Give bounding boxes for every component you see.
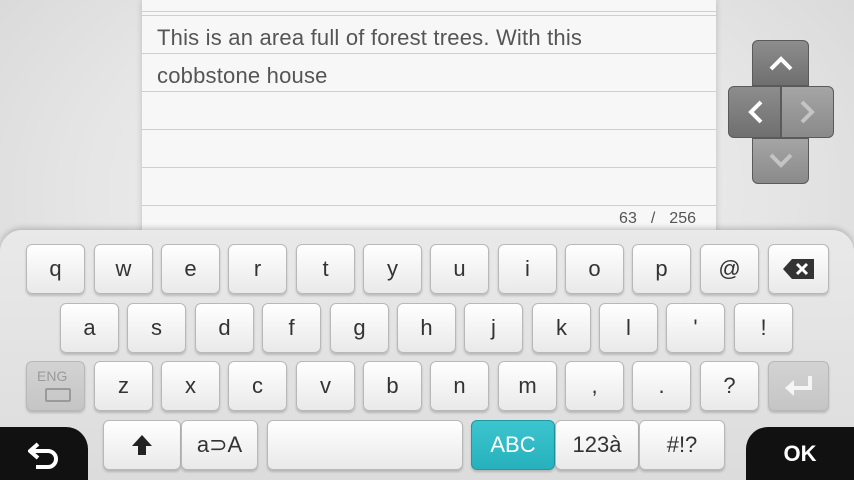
key-question[interactable]: ? — [700, 361, 759, 411]
char-max: 256 — [669, 210, 696, 227]
key-n[interactable]: n — [430, 361, 489, 411]
language-label: ENG — [37, 368, 68, 384]
chevron-down-icon — [769, 153, 792, 168]
cursor-left-button[interactable] — [728, 86, 781, 138]
enter-icon — [784, 376, 812, 396]
cursor-down-button[interactable] — [752, 138, 809, 184]
key-t[interactable]: t — [296, 244, 355, 294]
key-z[interactable]: z — [94, 361, 153, 411]
key-g[interactable]: g — [330, 303, 389, 353]
key-s[interactable]: s — [127, 303, 186, 353]
key-p[interactable]: p — [632, 244, 691, 294]
shift-button[interactable] — [103, 420, 181, 470]
back-arrow-icon — [28, 441, 58, 469]
key-at[interactable]: @ — [700, 244, 759, 294]
key-a[interactable]: a — [60, 303, 119, 353]
space-bar[interactable] — [267, 420, 463, 470]
backspace-icon — [782, 259, 814, 279]
mode-abc-button[interactable]: ABC — [471, 420, 555, 470]
key-h[interactable]: h — [397, 303, 456, 353]
key-r[interactable]: r — [228, 244, 287, 294]
text-line-1: This is an area full of forest trees. Wi… — [157, 25, 583, 50]
key-d[interactable]: d — [195, 303, 254, 353]
key-f[interactable]: f — [262, 303, 321, 353]
key-period[interactable]: . — [632, 361, 691, 411]
ruled-line — [142, 15, 716, 16]
ok-button[interactable]: OK — [746, 427, 854, 480]
language-button[interactable]: ENG — [26, 361, 85, 411]
chevron-right-icon — [800, 100, 815, 124]
mode-123-button[interactable]: 123à — [555, 420, 639, 470]
key-e[interactable]: e — [161, 244, 220, 294]
cursor-dpad — [728, 40, 834, 186]
key-m[interactable]: m — [498, 361, 557, 411]
backspace-button[interactable] — [768, 244, 829, 294]
key-y[interactable]: y — [363, 244, 422, 294]
key-b[interactable]: b — [363, 361, 422, 411]
case-toggle-button[interactable]: a⊃A — [181, 420, 258, 470]
char-counter: 63 / 256 — [619, 210, 696, 228]
cursor-up-button[interactable] — [752, 40, 809, 86]
mode-symbol-button[interactable]: #!? — [639, 420, 725, 470]
key-v[interactable]: v — [296, 361, 355, 411]
enter-button[interactable] — [768, 361, 829, 411]
text-content: This is an area full of forest trees. Wi… — [157, 19, 697, 95]
char-separator: / — [650, 210, 656, 227]
key-o[interactable]: o — [565, 244, 624, 294]
key-u[interactable]: u — [430, 244, 489, 294]
key-c[interactable]: c — [228, 361, 287, 411]
chevron-left-icon — [747, 100, 762, 124]
key-x[interactable]: x — [161, 361, 220, 411]
key-j[interactable]: j — [464, 303, 523, 353]
shift-arrow-icon — [132, 435, 152, 455]
char-count: 63 — [619, 210, 637, 227]
key-apostrophe[interactable]: ' — [666, 303, 725, 353]
key-k[interactable]: k — [532, 303, 591, 353]
text-line-2: cobbstone house — [157, 63, 328, 88]
key-l[interactable]: l — [599, 303, 658, 353]
back-button[interactable] — [0, 427, 88, 480]
cursor-right-button[interactable] — [781, 86, 834, 138]
text-area[interactable]: This is an area full of forest trees. Wi… — [142, 0, 716, 232]
chevron-up-icon — [769, 56, 792, 71]
key-exclamation[interactable]: ! — [734, 303, 793, 353]
software-keyboard: q w e r t y u i o p @ a s d f g h j k l … — [0, 230, 854, 480]
key-i[interactable]: i — [498, 244, 557, 294]
keyboard-icon — [45, 388, 71, 402]
key-q[interactable]: q — [26, 244, 85, 294]
key-w[interactable]: w — [94, 244, 153, 294]
key-comma[interactable]: , — [565, 361, 624, 411]
